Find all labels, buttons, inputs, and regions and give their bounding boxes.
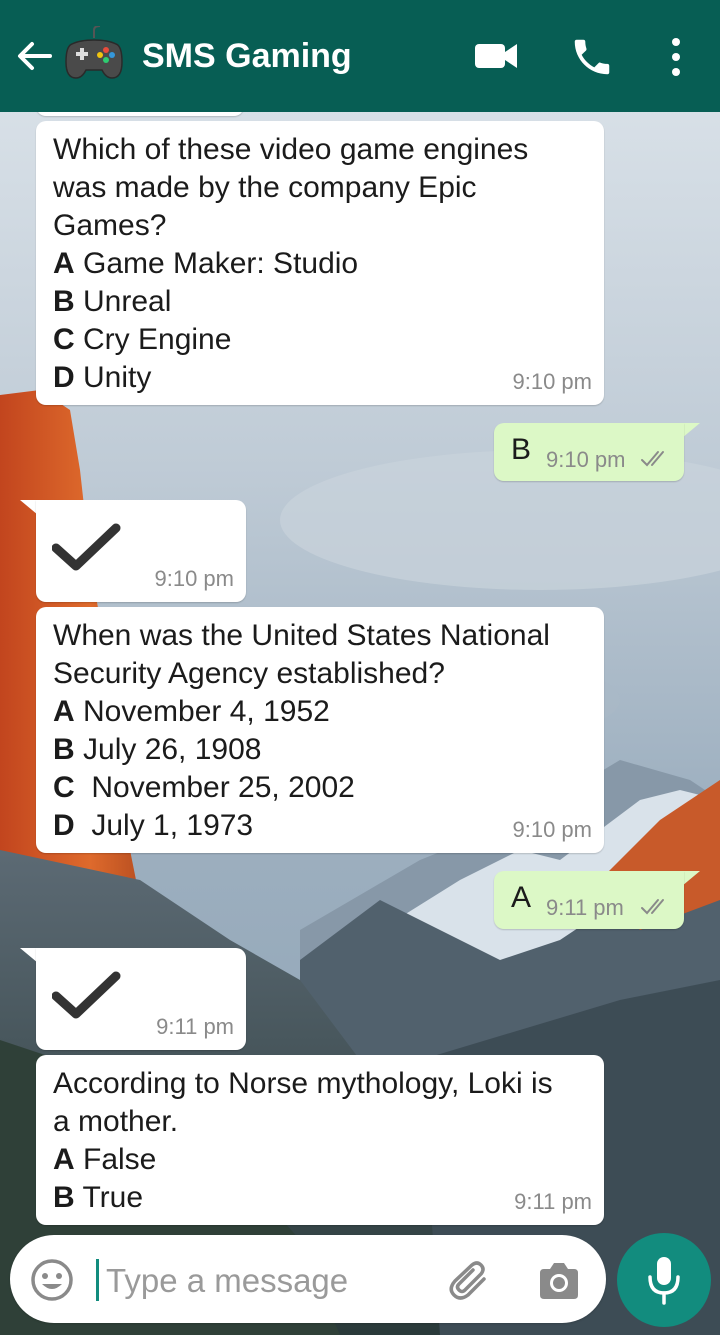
message-bubble-outgoing[interactable]: A 9:11 pm: [494, 871, 684, 929]
question-line: Security Agency established?: [53, 657, 445, 690]
message-text: A: [511, 881, 532, 914]
question-line: was made by the company Epic: [53, 171, 477, 204]
question-line: a mother.: [53, 1105, 179, 1138]
question-line: Which of these video game engines: [53, 133, 529, 166]
option-a: A November 4, 1952: [53, 695, 330, 728]
checkmark-icon: [52, 971, 121, 1019]
question-line: According to Norse mythology, Loki is: [53, 1067, 553, 1100]
question-line: When was the United States National: [53, 619, 550, 652]
read-ticks-icon: [641, 899, 664, 915]
emoji-icon[interactable]: [30, 1258, 74, 1302]
message-time: 9:11 pm: [546, 895, 624, 920]
option-b: B July 26, 1908: [53, 733, 262, 766]
option-c: C Cry Engine: [53, 323, 232, 356]
message-bubble-incoming[interactable]: According to Norse mythology, Loki is a …: [36, 1055, 604, 1225]
chat-title[interactable]: SMS Gaming: [142, 36, 352, 76]
mic-icon: [648, 1257, 680, 1305]
message-bubble-outgoing[interactable]: B 9:10 pm: [494, 423, 684, 481]
gamepad-icon[interactable]: [64, 26, 124, 82]
option-d: D Unity: [53, 361, 152, 394]
message-time: 9:10 pm: [512, 817, 593, 842]
video-call-icon[interactable]: [473, 38, 519, 74]
message-time: 9:10 pm: [546, 447, 626, 472]
mic-button[interactable]: [617, 1233, 711, 1327]
message-time: 9:11 pm: [156, 1014, 234, 1039]
text-caret: [96, 1259, 99, 1301]
option-b: B True: [53, 1181, 144, 1214]
option-c: C November 25, 2002: [53, 771, 355, 804]
option-b: B Unreal: [53, 285, 172, 318]
more-vert-icon[interactable]: [664, 36, 688, 78]
message-input[interactable]: [106, 1259, 426, 1303]
message-bubble-incoming[interactable]: When was the United States National Secu…: [36, 607, 604, 853]
question-text: According to Norse mythology, Loki is a …: [53, 1065, 553, 1217]
message-time: 9:10 pm: [512, 369, 593, 394]
message-bubble-incoming[interactable]: 9:11 pm: [36, 948, 246, 1050]
option-a: A Game Maker: Studio: [53, 247, 359, 280]
message-bubble-incoming[interactable]: Which of these video game engines was ma…: [36, 121, 604, 405]
attach-icon[interactable]: [446, 1259, 492, 1303]
arrow-back-icon[interactable]: [14, 36, 54, 76]
message-text: B: [511, 433, 532, 466]
question-line: Games?: [53, 209, 167, 242]
checkmark-icon: [52, 523, 121, 571]
phone-icon[interactable]: [569, 34, 615, 80]
chat-header: SMS Gaming: [0, 0, 720, 112]
question-text: When was the United States National Secu…: [53, 617, 550, 845]
question-text: Which of these video game engines was ma…: [53, 131, 528, 397]
message-composer: [10, 1235, 606, 1323]
message-bubble-incoming[interactable]: 9:10 pm: [36, 500, 246, 602]
option-d: D July 1, 1973: [53, 809, 254, 842]
read-ticks-icon: [641, 451, 664, 467]
option-a: A False: [53, 1143, 157, 1176]
message-time: 9:10 pm: [154, 566, 235, 591]
camera-icon[interactable]: [536, 1259, 582, 1303]
message-time: 9:11 pm: [514, 1189, 592, 1214]
